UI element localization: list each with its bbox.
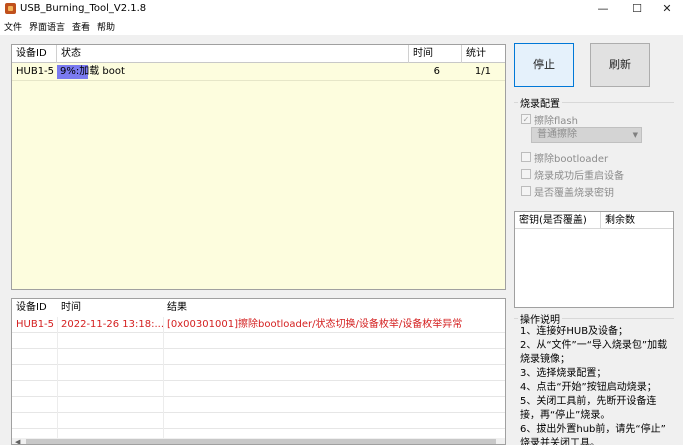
config-group-title: 烧录配置 <box>518 95 562 110</box>
instruction-line: 5、关闭工具前，先断开设备连 <box>520 396 657 407</box>
close-button[interactable]: ✕ <box>650 0 683 18</box>
reboot-after-label: 烧录成功后重启设备 <box>534 170 624 182</box>
instruction-line: 3、选择烧录配置； <box>520 368 607 379</box>
erase-flash-label: 擦除flash <box>534 115 578 127</box>
log-row-empty <box>12 413 505 429</box>
reboot-after-option[interactable]: 烧录成功后重启设备 <box>521 167 624 182</box>
header-device-id[interactable]: 设备ID <box>12 45 57 63</box>
log-row-empty <box>12 397 505 413</box>
log-header: 设备ID 时间 结果 <box>12 299 505 317</box>
horizontal-scrollbar[interactable]: ◀ <box>12 438 505 444</box>
menu-view[interactable]: 查看 <box>72 20 90 33</box>
header-status[interactable]: 状态 <box>57 45 409 63</box>
stop-button[interactable]: 停止 <box>514 43 574 87</box>
log-result: [0x00301001]擦除bootloader/状态切换/设备枚举/设备枚举异… <box>167 319 463 330</box>
chevron-down-icon: ▼ <box>632 131 638 139</box>
header-stat[interactable]: 统计 <box>462 45 505 63</box>
log-table[interactable]: 设备ID 时间 结果 HUB1-5 2022-11-26 13:18:... [… <box>11 298 506 445</box>
log-header-device-id[interactable]: 设备ID <box>12 299 57 317</box>
instructions-text: 1、连接好HUB及设备； 2、从“文件”一“导入烧录包”加载 烧录镜像； 3、选… <box>520 325 680 445</box>
instruction-line: 2、从“文件”一“导入烧录包”加载 <box>520 340 668 351</box>
overwrite-key-option[interactable]: 是否覆盖烧录密钥 <box>521 184 614 199</box>
instruction-line: 烧录并关闭工具。 <box>520 438 600 445</box>
key-list-header: 密钥(是否覆盖) 剩余数 <box>515 212 673 229</box>
menu-file[interactable]: 文件 <box>4 20 22 33</box>
erase-flash-checkbox[interactable]: ✓ <box>521 114 531 124</box>
log-row[interactable]: HUB1-5 2022-11-26 13:18:... [0x00301001]… <box>12 317 505 333</box>
menu-help[interactable]: 帮助 <box>97 20 115 33</box>
menu-language[interactable]: 界面语言 <box>29 20 65 33</box>
erase-flash-option[interactable]: ✓ 擦除flash <box>521 112 578 127</box>
erase-bootloader-label: 擦除bootloader <box>534 153 609 165</box>
log-header-result[interactable]: 结果 <box>163 299 503 317</box>
instruction-line: 4、点击“开始”按钮启动烧录； <box>520 382 657 393</box>
scrollbar-thumb[interactable] <box>26 439 496 444</box>
reboot-after-checkbox[interactable] <box>521 169 531 179</box>
maximize-button[interactable]: ☐ <box>620 0 654 18</box>
device-status-table[interactable]: 设备ID 状态 时间 统计 HUB1-5 9%:加载 boot 6 1/1 <box>11 44 506 290</box>
title-bar: USB_Burning_Tool_V2.1.8 — ☐ ✕ <box>0 0 683 18</box>
instruction-line: 接，再“停止”烧录。 <box>520 410 611 421</box>
log-header-time[interactable]: 时间 <box>57 299 163 317</box>
log-row-empty <box>12 333 505 349</box>
erase-bootloader-checkbox[interactable] <box>521 152 531 162</box>
row-device-id: HUB1-5 <box>16 66 55 77</box>
erase-mode-value: 普通擦除 <box>537 129 577 140</box>
log-row-empty <box>12 381 505 397</box>
scroll-left-icon[interactable]: ◀ <box>15 438 20 444</box>
instructions-title: 操作说明 <box>518 311 562 326</box>
table-header: 设备ID 状态 时间 统计 <box>12 45 505 63</box>
log-row-empty <box>12 365 505 381</box>
overwrite-key-label: 是否覆盖烧录密钥 <box>534 187 614 199</box>
refresh-button[interactable]: 刷新 <box>590 43 650 87</box>
erase-mode-select[interactable]: 普通擦除 ▼ <box>531 127 642 143</box>
overwrite-key-checkbox[interactable] <box>521 186 531 196</box>
log-time: 2022-11-26 13:18:... <box>61 319 165 330</box>
key-header-key[interactable]: 密钥(是否覆盖) <box>515 212 601 229</box>
log-device-id: HUB1-5 <box>16 319 55 330</box>
window-title: USB_Burning_Tool_V2.1.8 <box>20 3 147 14</box>
header-time[interactable]: 时间 <box>409 45 462 63</box>
row-time: 6 <box>433 66 440 77</box>
instruction-line: 1、连接好HUB及设备； <box>520 326 629 337</box>
key-list[interactable]: 密钥(是否覆盖) 剩余数 <box>514 211 674 308</box>
instruction-line: 烧录镜像； <box>520 354 570 365</box>
instruction-line: 6、拔出外置hub前，请先“停止” <box>520 424 666 435</box>
menu-bar: 文件 界面语言 查看 帮助 <box>0 18 683 35</box>
minimize-button[interactable]: — <box>586 0 620 18</box>
row-status: 9%:加载 boot <box>60 66 125 77</box>
erase-bootloader-option[interactable]: 擦除bootloader <box>521 150 609 165</box>
table-row[interactable]: HUB1-5 9%:加载 boot 6 1/1 <box>12 63 505 81</box>
row-stat: 1/1 <box>474 66 491 77</box>
app-window: USB_Burning_Tool_V2.1.8 — ☐ ✕ 文件 界面语言 查看… <box>0 0 683 445</box>
column-divider <box>163 317 164 441</box>
log-row-empty <box>12 349 505 365</box>
key-header-remaining[interactable]: 剩余数 <box>601 212 673 229</box>
column-divider <box>57 317 58 441</box>
app-logo-icon <box>5 3 16 14</box>
